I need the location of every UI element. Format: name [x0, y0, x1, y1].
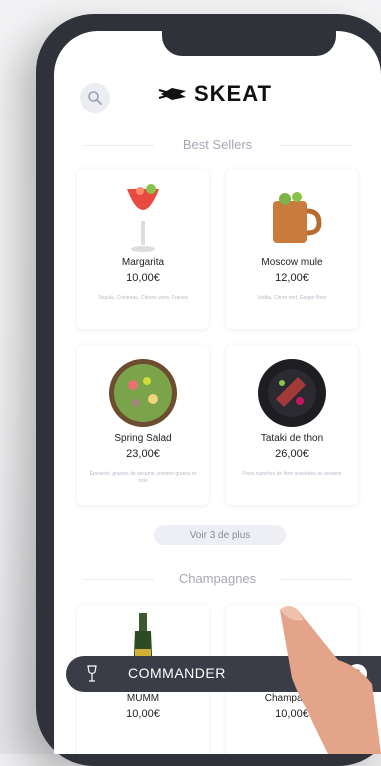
spring-salad-image — [77, 353, 209, 431]
margarita-image — [77, 177, 209, 255]
product-price: 26,00€ — [275, 448, 309, 460]
product-price: 10,00€ — [126, 708, 160, 720]
search-button[interactable] — [80, 83, 110, 113]
product-price: 23,00€ — [126, 448, 160, 460]
commander-label: COMMANDER — [128, 665, 226, 681]
hand-illustration — [280, 606, 381, 754]
search-icon — [88, 91, 102, 105]
product-description: Tequila, Cointreau, Citrons verts, Frais… — [97, 295, 189, 301]
product-name: Moscow mule — [261, 257, 323, 268]
logo-text: SKEAT — [194, 81, 272, 106]
wine-glass-icon — [87, 665, 97, 682]
section-title-champagnes: Champagnes — [54, 571, 381, 586]
see-more-button[interactable]: Voir 3 de plus — [154, 525, 286, 545]
product-description: Épinards, graines de sésame, pomme grann… — [89, 471, 197, 484]
product-price: 10,00€ — [126, 272, 160, 284]
product-description: Vodka, Citron vert, Ginger Beer — [257, 295, 327, 301]
product-name: Spring Salad — [114, 433, 172, 444]
product-name: MUMM — [126, 693, 160, 704]
logo-icon — [158, 88, 186, 100]
product-description: Fines tranches de thon snackées au sésam… — [242, 471, 342, 477]
product-card-margarita[interactable]: Margarita 10,00€ Tequila, Cointreau, Cit… — [77, 169, 209, 329]
moscow-mule-image — [226, 177, 358, 255]
tataki-image — [226, 353, 358, 431]
product-name: Margarita — [121, 257, 165, 268]
phone-notch — [162, 31, 336, 56]
product-price: 12,00€ — [275, 272, 309, 284]
product-name: Tataki de thon — [260, 433, 324, 444]
brand-logo: SKEAT — [158, 81, 272, 107]
product-card-moscow-mule[interactable]: Moscow mule 12,00€ Vodka, Citron vert, G… — [226, 169, 358, 329]
product-card-spring-salad[interactable]: Spring Salad 23,00€ Épinards, graines de… — [77, 345, 209, 505]
section-title-best-sellers: Best Sellers — [54, 137, 381, 152]
product-card-tataki[interactable]: Tataki de thon 26,00€ Fines tranches de … — [226, 345, 358, 505]
